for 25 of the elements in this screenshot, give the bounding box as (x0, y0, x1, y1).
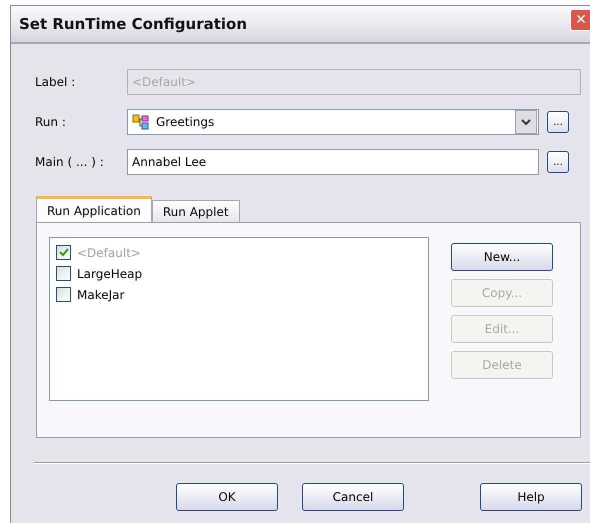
checkbox[interactable] (56, 266, 71, 281)
option-label: MakeJar (77, 288, 124, 302)
option-label: LargeHeap (77, 266, 142, 280)
dialog-button[interactable]: OK (176, 483, 278, 511)
dropdown-value: Greetings (156, 115, 214, 129)
tree-icon (132, 114, 150, 130)
window-title: Set RunTime Configuration (19, 15, 248, 33)
label-field: <Default> (127, 69, 581, 95)
option-label: <Default> (77, 246, 141, 260)
field-label: Label : (35, 75, 76, 89)
main-input-field[interactable]: Annabel Lee (127, 149, 539, 175)
tab[interactable]: Run Applet (152, 200, 240, 222)
field-label: Run : (35, 115, 67, 129)
chevron-down-icon (521, 118, 531, 126)
browse-button[interactable]: ... (547, 151, 569, 173)
dialog-button[interactable]: Help (480, 483, 582, 511)
checkmark-icon (58, 248, 68, 257)
tab[interactable]: Run Application (36, 196, 152, 222)
list-button[interactable]: New... (451, 243, 553, 271)
close-button[interactable]: ✕ (570, 9, 590, 31)
checkbox[interactable] (56, 287, 71, 302)
dialog-button[interactable]: Cancel (302, 483, 404, 511)
field-label: Main ( ... ) : (35, 155, 105, 169)
run-dropdown[interactable]: Greetings (127, 109, 539, 135)
browse-button[interactable]: ... (547, 111, 569, 133)
